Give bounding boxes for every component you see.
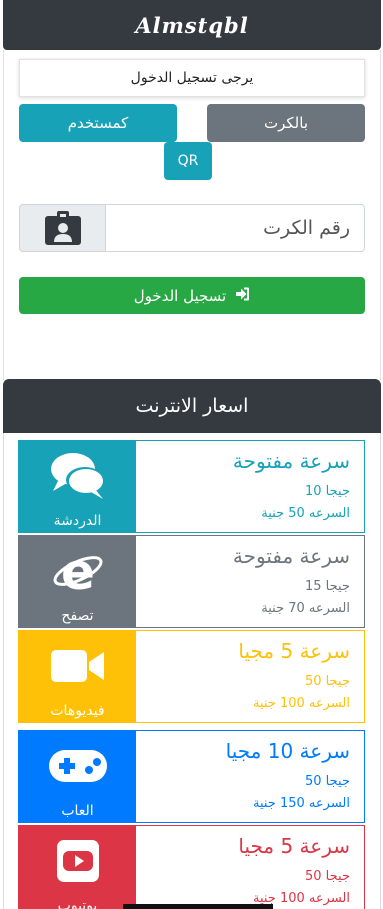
price-info: سرعة 5 مجيا جيجا 50 السرعه 100 جنية xyxy=(136,826,364,909)
speed-text: سرعة 10 مجيا xyxy=(225,739,350,763)
login-button-label: تسجيل الدخول xyxy=(133,286,227,305)
tile-label: العاب xyxy=(61,803,94,819)
svg-text:e: e xyxy=(61,545,95,597)
quota-text: جيجا 15 xyxy=(305,579,350,594)
prices-title: اسعار الانترنت xyxy=(135,395,249,417)
speed-text: سرعة 5 مجيا xyxy=(238,834,350,858)
prices-header: اسعار الانترنت xyxy=(3,379,381,433)
price-tile: فيديوهات xyxy=(19,631,136,722)
quota-text: جيجا 10 xyxy=(305,484,350,499)
price-text: السرعه 150 جنية xyxy=(252,796,350,811)
chat-icon xyxy=(49,449,107,503)
price-info: سرعة مفتوحة جيجا 10 السرعه 50 جنية xyxy=(136,441,364,532)
app-title: Almstqbl xyxy=(135,12,249,38)
browser-icon: e xyxy=(52,544,104,598)
price-info: سرعة 5 مجيا جيجا 50 السرعه 100 جنية xyxy=(136,631,364,722)
price-item-games[interactable]: العاب سرعة 10 مجيا جيجا 50 السرعه 150 جن… xyxy=(18,730,365,823)
price-tile: يوتيوب xyxy=(19,826,136,909)
tile-label: تصفح xyxy=(61,608,94,624)
price-text: السرعه 70 جنية xyxy=(261,601,350,616)
app-header: Almstqbl xyxy=(3,0,381,50)
quota-text: جيجا 50 xyxy=(305,774,350,789)
video-camera-icon xyxy=(49,639,107,693)
id-badge-icon xyxy=(19,204,106,252)
speed-text: سرعة 5 مجيا xyxy=(238,639,350,663)
price-info: سرعة مفتوحة جيجا 15 السرعه 70 جنية xyxy=(136,536,364,627)
price-tile: e تصفح xyxy=(19,536,136,627)
tile-label: الدردشة xyxy=(53,513,102,529)
price-item-youtube[interactable]: يوتيوب سرعة 5 مجيا جيجا 50 السرعه 100 جن… xyxy=(18,825,365,909)
speed-text: سرعة مفتوحة xyxy=(232,449,350,473)
qr-button[interactable]: QR xyxy=(164,142,212,180)
scroll-indicator xyxy=(123,904,273,909)
login-notice: يرجى تسجيل الدخول xyxy=(19,59,365,97)
speed-text: سرعة مفتوحة xyxy=(232,544,350,568)
price-item-browse[interactable]: e تصفح سرعة مفتوحة جيجا 15 السرعه 70 جني… xyxy=(18,535,365,628)
tile-label: فيديوهات xyxy=(50,703,105,719)
price-text: السرعه 50 جنية xyxy=(261,506,350,521)
gamepad-icon xyxy=(47,739,109,793)
by-card-button[interactable]: بالكرت xyxy=(207,104,365,142)
price-text: السرعه 100 جنية xyxy=(252,696,350,711)
quota-text: جيجا 50 xyxy=(305,674,350,689)
tile-label: يوتيوب xyxy=(57,898,98,909)
price-tile: العاب xyxy=(19,731,136,822)
price-info: سرعة 10 مجيا جيجا 50 السرعه 150 جنية xyxy=(136,731,364,822)
youtube-icon xyxy=(56,834,100,888)
sign-in-icon xyxy=(234,286,250,306)
login-button[interactable]: تسجيل الدخول xyxy=(19,277,365,314)
price-item-videos[interactable]: فيديوهات سرعة 5 مجيا جيجا 50 السرعه 100 … xyxy=(18,630,365,723)
card-number-group xyxy=(19,204,365,252)
as-user-button[interactable]: كمستخدم xyxy=(19,104,177,142)
price-tile: الدردشة xyxy=(19,441,136,532)
quota-text: جيجا 50 xyxy=(305,869,350,884)
card-number-input[interactable] xyxy=(105,204,365,252)
price-item-chat[interactable]: الدردشة سرعة مفتوحة جيجا 10 السرعه 50 جن… xyxy=(18,440,365,533)
